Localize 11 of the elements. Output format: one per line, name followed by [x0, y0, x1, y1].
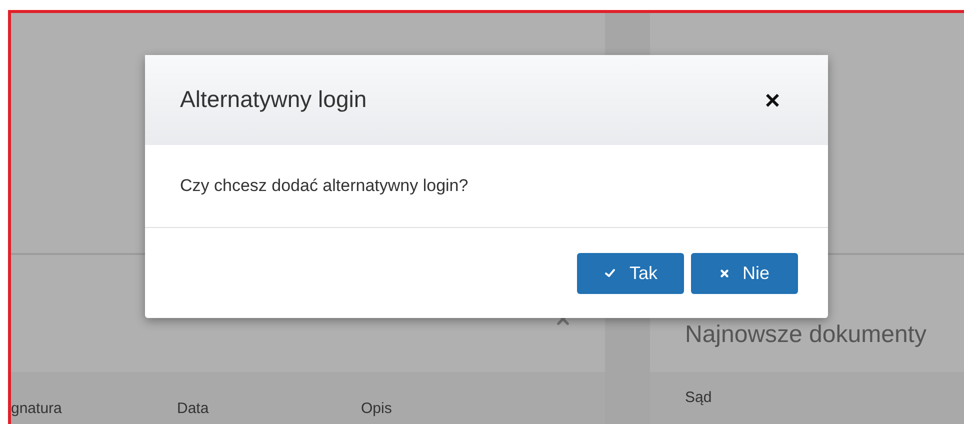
- column-header: Sąd: [685, 388, 712, 408]
- cancel-button[interactable]: Nie: [691, 252, 798, 294]
- close-button[interactable]: ×: [764, 87, 780, 113]
- panel-title: Najnowsze dokumenty: [685, 320, 926, 350]
- column-header: Opis: [361, 399, 392, 419]
- confirm-button[interactable]: Tak: [577, 252, 684, 294]
- check-icon: [603, 267, 618, 279]
- dialog-title: Alternatywny login: [180, 86, 367, 114]
- column-header: Data: [177, 399, 209, 419]
- column-header: gnatura: [11, 399, 62, 419]
- dialog-message: Czy chcesz dodać alternatywny login?: [180, 175, 468, 198]
